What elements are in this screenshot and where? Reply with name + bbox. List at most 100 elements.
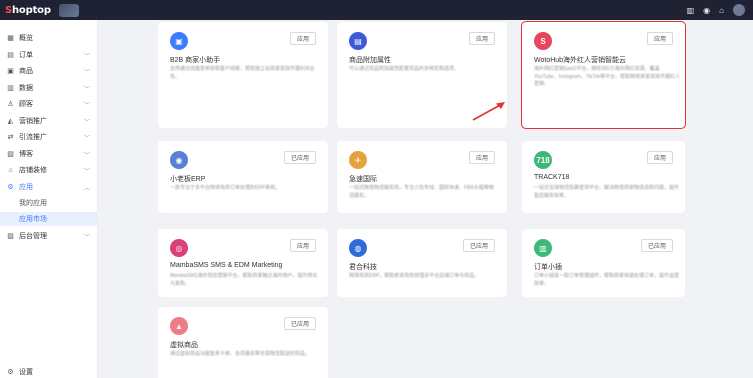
app-card[interactable]: ▣ 应用 B2B 商家小助手 支持通过询盘表单获取客户线索，帮助独立站商家高效开展B2… bbox=[158, 22, 328, 128]
app-card[interactable]: ◉ 已应用 小老板ERP 一款专注于多平台跨境电商订单处理的ERP系统。 bbox=[158, 141, 328, 213]
user-avatar[interactable] bbox=[733, 4, 745, 16]
app-description: 海外网红营销SaaS平台，拥有300万海外网红资源，覆盖YouTube、Inst… bbox=[534, 66, 681, 87]
apply-button[interactable]: 应用 bbox=[468, 32, 495, 45]
erp-icon: ◉ bbox=[170, 151, 188, 169]
apply-button[interactable]: 应用 bbox=[289, 239, 316, 252]
chevron-down-icon: ﹀ bbox=[83, 69, 90, 76]
sidebar-item[interactable]: ⇄ 引流推广 ﹀ bbox=[0, 130, 98, 144]
sidebar-item[interactable]: ⚙ 应用 ︿ bbox=[0, 180, 98, 194]
sidebar-item[interactable]: ♙ 顾客 ﹀ bbox=[0, 97, 98, 111]
help-icon[interactable]: ◉ bbox=[703, 6, 710, 15]
apply-button[interactable]: 已应用 bbox=[283, 151, 316, 164]
store-icon[interactable]: ▥ bbox=[687, 6, 695, 15]
app-card[interactable]: ◍ 已应用君合科技跨境电商ERP，帮助卖家高效管理多平台店铺订单与商品。 bbox=[337, 229, 507, 297]
megaphone-icon: ◭ bbox=[7, 118, 14, 125]
home-icon[interactable]: ⌂ bbox=[719, 6, 724, 15]
app-title: 君合科技 bbox=[349, 264, 377, 271]
sidebar-item[interactable]: ▥ 数据 ﹀ bbox=[0, 81, 98, 95]
app-title: 小老板ERP bbox=[170, 176, 206, 183]
sidebar-item[interactable]: ◭ 营销推广 ﹀ bbox=[0, 114, 98, 128]
app-card[interactable]: 718 应用 TRACK718 一站式全球物流包裹查询平台，解决跨境商家物流追踪问题，… bbox=[522, 141, 685, 213]
chevron-down-icon: ﹀ bbox=[83, 86, 90, 93]
sidebar-item-label: 后台管理 bbox=[19, 233, 47, 240]
attribute-icon: ▤ bbox=[349, 32, 367, 50]
chevron-down-icon: ﹀ bbox=[83, 53, 90, 60]
app-card[interactable]: ◎ 应用 MambaSMS SMS & EDM Marketing MambaSMS海… bbox=[158, 229, 328, 297]
apply-button[interactable]: 应用 bbox=[468, 151, 495, 164]
sidebar-item[interactable]: ⚙ 设置 bbox=[0, 365, 98, 378]
order-plugin-icon: ▥ bbox=[534, 239, 552, 257]
app-card[interactable]: ▥ 已应用 订单小插 订单小插是一款订单管理插件，帮助商家快速处理订单，提升运营效率。 bbox=[522, 229, 685, 297]
app-title: WotoHub海外红人营销智能云 bbox=[534, 57, 627, 64]
app-title: 虚拟商品 bbox=[170, 342, 198, 349]
sidebar-item-label: 博客 bbox=[19, 151, 33, 158]
sidebar-item-label: 商品 bbox=[19, 68, 33, 75]
app-title: 商品附加属性 bbox=[349, 57, 391, 64]
chevron-down-icon: ﹀ bbox=[83, 119, 90, 126]
express-icon: ✈ bbox=[349, 151, 367, 169]
app-description: 可以通过商品附加属性配置商品的多种定制选项。 bbox=[349, 66, 460, 72]
sidebar-item[interactable]: ▨ 后台管理 ﹀ bbox=[0, 229, 98, 243]
track718-icon: 718 bbox=[534, 151, 552, 169]
app-card[interactable]: ▲ 已应用 虚拟商品 通过虚拟商品功能售卖卡券、会员服务等无需物流配送的商品。 bbox=[158, 307, 328, 378]
sidebar-item[interactable]: 应用市场 bbox=[0, 212, 98, 226]
apply-button[interactable]: 已应用 bbox=[462, 239, 495, 252]
user-icon: ♙ bbox=[7, 101, 14, 108]
sidebar-item-label: 订单 bbox=[19, 52, 33, 59]
blog-icon: ▧ bbox=[7, 151, 14, 158]
apply-button[interactable]: 应用 bbox=[646, 32, 673, 45]
sidebar-item[interactable]: 我的应用 bbox=[0, 196, 98, 210]
apply-button[interactable]: 已应用 bbox=[283, 317, 316, 330]
app-description: 通过虚拟商品功能售卖卡券、会员服务等无需物流配送的商品。 bbox=[170, 351, 311, 357]
mambasms-icon: ◎ bbox=[170, 239, 188, 257]
store-avatar[interactable] bbox=[58, 3, 79, 17]
logo-text: hoptop bbox=[12, 4, 51, 16]
app-market: ▣ 应用 B2B 商家小助手 支持通过询盘表单获取客户线索，帮助独立站商家高效开展B2… bbox=[98, 20, 753, 378]
sidebar-item-label: 应用 bbox=[19, 184, 33, 191]
sidebar-item[interactable]: ▤ 订单 ﹀ bbox=[0, 48, 98, 62]
sidebar-item[interactable]: ▣ 商品 ﹀ bbox=[0, 64, 98, 78]
app-title: MambaSMS SMS & EDM Marketing bbox=[170, 262, 283, 269]
settings-icon: ⚙ bbox=[7, 369, 14, 376]
sidebar-item-label: 数据 bbox=[19, 85, 33, 92]
sidebar-item-label: 设置 bbox=[19, 369, 33, 376]
chevron-down-icon: ﹀ bbox=[83, 234, 90, 241]
sidebar-item-label: 店铺装修 bbox=[19, 167, 47, 174]
sidebar-item-label: 营销推广 bbox=[19, 118, 47, 125]
sidebar-item-label: 引流推广 bbox=[19, 134, 47, 141]
app-description: 支持通过询盘表单获取客户线索，帮助独立站商家高效开展B2B业务。 bbox=[170, 66, 315, 80]
apply-button[interactable]: 已应用 bbox=[640, 239, 673, 252]
app-description: 跨境电商ERP，帮助卖家高效管理多平台店铺订单与商品。 bbox=[349, 273, 480, 279]
annotation-arrow bbox=[472, 102, 505, 121]
app-description: 一站式跨境物流服务商，专注小包专线、国际快递、FBA头程等物流服务。 bbox=[349, 185, 494, 199]
app-description: MambaSMS海外短信营销平台，帮助商家触达海外用户，提升转化与复购。 bbox=[170, 273, 318, 287]
sidebar-item-label: 概览 bbox=[19, 35, 33, 42]
chart-icon: ▦ bbox=[7, 35, 14, 42]
junhe-icon: ◍ bbox=[349, 239, 367, 257]
sidebar-item[interactable]: ⌂ 店铺装修 ﹀ bbox=[0, 163, 98, 177]
app-title: 订单小插 bbox=[534, 264, 562, 271]
sidebar-item[interactable]: ▧ 博客 ﹀ bbox=[0, 147, 98, 161]
app-description: 一站式全球物流包裹查询平台，解决跨境商家物流追踪问题，提升售后服务效率。 bbox=[534, 185, 680, 199]
apply-button[interactable]: 应用 bbox=[646, 151, 673, 164]
app-title: B2B 商家小助手 bbox=[170, 57, 221, 64]
traffic-icon: ⇄ bbox=[7, 134, 14, 141]
sidebar-item-label: 我的应用 bbox=[19, 200, 47, 207]
bar-chart-icon: ▥ bbox=[7, 85, 14, 92]
top-bar: Shoptop ▥ ◉ ⌂ bbox=[0, 0, 753, 20]
box-icon: ▣ bbox=[7, 68, 14, 75]
wotohub-icon: S bbox=[534, 32, 552, 50]
shoptop-logo[interactable]: Shoptop bbox=[5, 5, 51, 16]
store-icon: ⌂ bbox=[8, 166, 13, 174]
app-title: 急速国际 bbox=[349, 176, 377, 183]
chevron-down-icon: ﹀ bbox=[83, 152, 90, 159]
app-card[interactable]: S 应用 WotoHub海外红人营销智能云海外网红营销SaaS平台，拥有300万海外… bbox=[521, 21, 686, 129]
chevron-up-icon: ︿ bbox=[83, 185, 90, 192]
app-card[interactable]: ✈ 应用急速国际一站式跨境物流服务商，专注小包专线、国际快递、FBA头程等物流服务… bbox=[337, 141, 507, 213]
logo-letter: S bbox=[5, 4, 13, 16]
sidebar-item[interactable]: ▦ 概览 bbox=[0, 31, 98, 45]
order-icon: ▤ bbox=[7, 52, 14, 59]
chevron-down-icon: ﹀ bbox=[83, 102, 90, 109]
sidebar-item-label: 顾客 bbox=[19, 101, 33, 108]
apply-button[interactable]: 应用 bbox=[289, 32, 316, 45]
